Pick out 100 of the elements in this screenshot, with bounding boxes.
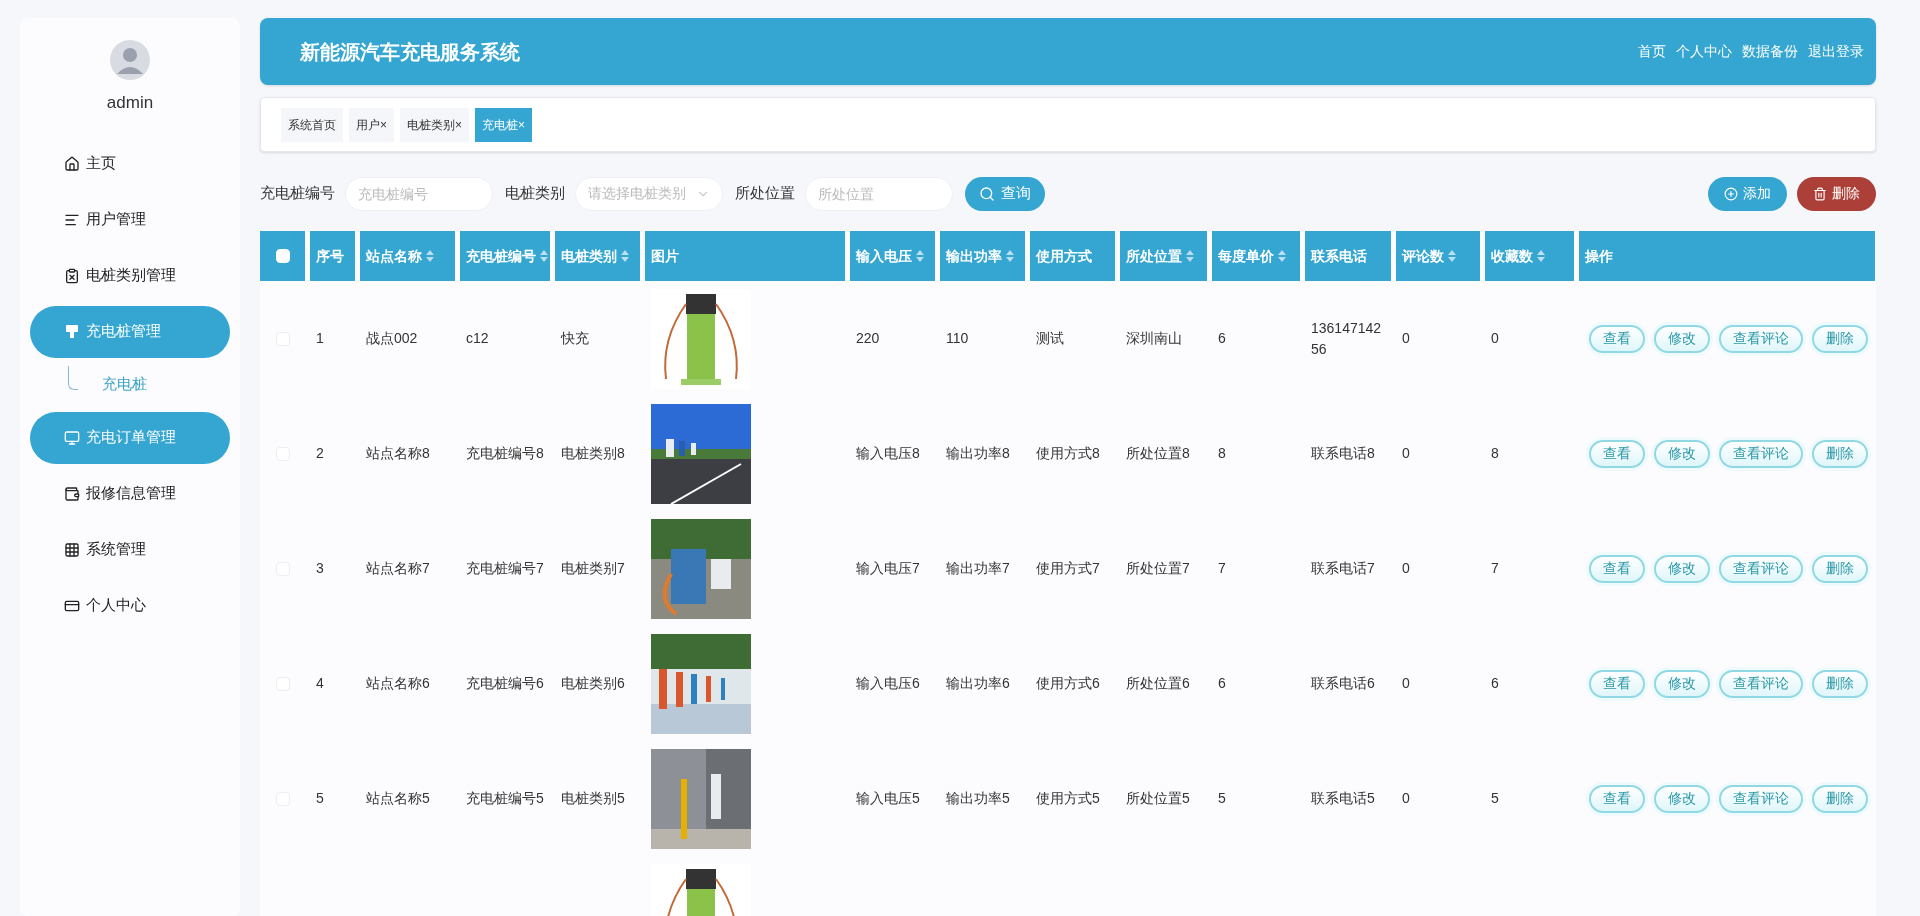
column-header: 联系电话 bbox=[1305, 231, 1391, 281]
column-header[interactable]: 评论数 bbox=[1396, 231, 1480, 281]
table-cell: 所处位置5 bbox=[1126, 790, 1190, 806]
sort-icon bbox=[540, 250, 548, 262]
select-all-checkbox[interactable] bbox=[275, 249, 290, 263]
menu-item[interactable]: 电桩类别管理 bbox=[30, 249, 230, 302]
table-cell: 13614714256 bbox=[1311, 319, 1382, 357]
table-cell: 联系电话7 bbox=[1311, 560, 1375, 576]
table-cell: 2 bbox=[316, 445, 324, 461]
action-button[interactable]: 修改 bbox=[1654, 554, 1710, 583]
action-button[interactable]: 修改 bbox=[1654, 784, 1710, 813]
query-button[interactable]: 查询 bbox=[965, 176, 1045, 211]
search-field[interactable]: 充电桩编号 bbox=[345, 176, 493, 211]
table-cell: 使用方式5 bbox=[1036, 790, 1100, 806]
table-cell: 使用方式8 bbox=[1036, 445, 1100, 461]
plus-icon bbox=[1724, 186, 1738, 201]
field-label: 所处位置 bbox=[735, 183, 795, 204]
table-cell: 0 bbox=[1402, 790, 1410, 806]
tree-line bbox=[68, 365, 78, 390]
header-link[interactable]: 数据备份 bbox=[1742, 41, 1798, 63]
table-cell: 3 bbox=[316, 560, 324, 576]
column-header[interactable]: 每度单价 bbox=[1212, 231, 1300, 281]
page-tab[interactable]: 系统首页 bbox=[281, 107, 343, 142]
delete-button[interactable]: 删除 bbox=[1797, 176, 1876, 211]
table-cell: 输入电压6 bbox=[856, 675, 920, 691]
user-name: admin bbox=[106, 92, 154, 114]
avatar-icon bbox=[110, 40, 150, 80]
table-cell: 电桩类别8 bbox=[561, 445, 625, 461]
field-label: 充电桩编号 bbox=[260, 183, 335, 204]
table-cell: 所处位置7 bbox=[1126, 560, 1190, 576]
action-button[interactable]: 修改 bbox=[1654, 669, 1710, 698]
table-cell: 4 bbox=[316, 675, 324, 691]
category-select[interactable]: 请选择电桩类别 bbox=[575, 176, 723, 211]
action-button[interactable]: 查看评论 bbox=[1719, 439, 1803, 468]
menu-item[interactable]: 系统管理 bbox=[30, 523, 230, 576]
column-header[interactable]: 输入电压 bbox=[850, 231, 935, 281]
action-button[interactable]: 修改 bbox=[1654, 324, 1710, 353]
table-cell: 0 bbox=[1402, 560, 1410, 576]
header-link[interactable]: 个人中心 bbox=[1676, 41, 1732, 63]
submenu-item[interactable]: 充电桩 bbox=[102, 373, 147, 396]
action-button[interactable]: 查看 bbox=[1589, 669, 1645, 698]
add-button[interactable]: 添加 bbox=[1708, 176, 1787, 211]
menu-item[interactable]: 用户管理 bbox=[30, 193, 230, 246]
table-cell: 6 bbox=[1218, 330, 1226, 346]
menu-item[interactable]: 个人中心 bbox=[30, 579, 230, 632]
table-cell: 5 bbox=[1218, 790, 1226, 806]
action-button[interactable]: 删除 bbox=[1812, 324, 1868, 353]
grid-icon bbox=[64, 541, 80, 558]
action-button[interactable]: 修改 bbox=[1654, 439, 1710, 468]
column-header[interactable]: 输出功率 bbox=[940, 231, 1025, 281]
menu-item[interactable]: 报修信息管理 bbox=[30, 467, 230, 520]
menu-item[interactable]: 主页 bbox=[30, 137, 230, 190]
table-cell: 使用方式7 bbox=[1036, 560, 1100, 576]
action-button[interactable]: 删除 bbox=[1812, 554, 1868, 583]
action-button[interactable]: 删除 bbox=[1812, 669, 1868, 698]
table-cell: 0 bbox=[1402, 330, 1410, 346]
table-cell: 输出功率7 bbox=[946, 560, 1010, 576]
search-field[interactable]: 所处位置 bbox=[805, 176, 953, 211]
page-tab[interactable]: 充电桩× bbox=[475, 107, 533, 142]
table-cell: 0 bbox=[1491, 330, 1499, 346]
table-cell: 站点名称8 bbox=[366, 445, 430, 461]
sort-icon bbox=[916, 250, 924, 262]
column-header[interactable]: 充电桩编号 bbox=[460, 231, 550, 281]
action-button[interactable]: 查看评论 bbox=[1719, 324, 1803, 353]
column-header[interactable]: 收藏数 bbox=[1485, 231, 1574, 281]
table-cell: 电桩类别6 bbox=[561, 675, 625, 691]
action-button[interactable]: 查看评论 bbox=[1719, 554, 1803, 583]
table-cell: 深圳南山 bbox=[1126, 330, 1182, 346]
table-cell: c12 bbox=[466, 330, 489, 346]
action-button[interactable]: 查看评论 bbox=[1719, 669, 1803, 698]
menu-item[interactable]: 充电订单管理 bbox=[30, 411, 230, 464]
table-cell: 战点002 bbox=[366, 330, 418, 346]
column-header[interactable]: 电桩类别 bbox=[555, 231, 640, 281]
header-link[interactable]: 退出登录 bbox=[1808, 41, 1864, 63]
action-button[interactable]: 查看评论 bbox=[1719, 784, 1803, 813]
action-button[interactable]: 查看 bbox=[1589, 439, 1645, 468]
action-button[interactable]: 查看 bbox=[1589, 784, 1645, 813]
sort-icon bbox=[1448, 250, 1456, 262]
sort-icon bbox=[621, 250, 629, 262]
action-button[interactable]: 删除 bbox=[1812, 784, 1868, 813]
menu-item[interactable]: 充电桩管理 bbox=[30, 305, 230, 358]
table-cell: 充电桩编号7 bbox=[466, 560, 544, 576]
action-button[interactable]: 查看 bbox=[1589, 324, 1645, 353]
sort-icon bbox=[1186, 250, 1194, 262]
column-header[interactable]: 所处位置 bbox=[1120, 231, 1207, 281]
page-tab[interactable]: 电桩类别× bbox=[400, 107, 470, 142]
column-header: 序号 bbox=[310, 231, 355, 281]
table-cell: 输入电压7 bbox=[856, 560, 920, 576]
table-cell: 220 bbox=[856, 330, 880, 346]
header-link[interactable]: 首页 bbox=[1638, 41, 1666, 63]
sign-icon bbox=[64, 323, 80, 340]
table-cell: 输入电压5 bbox=[856, 790, 920, 806]
table-cell: 0 bbox=[1402, 675, 1410, 691]
table-cell: 充电桩编号6 bbox=[466, 675, 544, 691]
action-button[interactable]: 查看 bbox=[1589, 554, 1645, 583]
table-cell: 电桩类别5 bbox=[561, 790, 625, 806]
search-icon bbox=[979, 185, 995, 202]
column-header[interactable]: 站点名称 bbox=[360, 231, 455, 281]
page-tab[interactable]: 用户× bbox=[349, 107, 394, 142]
action-button[interactable]: 删除 bbox=[1812, 439, 1868, 468]
